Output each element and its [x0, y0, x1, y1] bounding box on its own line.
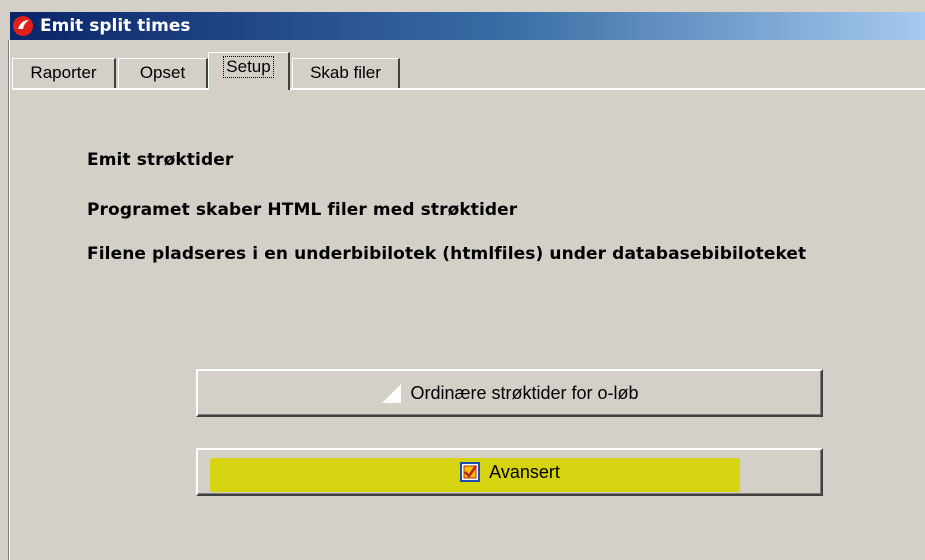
description-line-2: Filene pladseres i en underbibilotek (ht… [87, 244, 807, 264]
tab-label: Raporter [30, 63, 97, 82]
advanced-button[interactable]: Avansert [196, 448, 823, 496]
ordinary-split-times-button[interactable]: Ordinære strøktider for o-løb [196, 369, 823, 417]
tab-label: Skab filer [310, 63, 381, 82]
app-window: Emit split times Raporter Opset Setup Sk… [0, 0, 925, 560]
window-title: Emit split times [40, 16, 191, 36]
tab-raporter[interactable]: Raporter [12, 58, 116, 88]
tab-setup[interactable]: Setup [208, 52, 290, 90]
tab-panel-border [12, 88, 925, 90]
window-left-border [8, 40, 11, 560]
checkbox-icon [460, 462, 481, 482]
tab-label: Setup [223, 56, 274, 78]
app-logo-icon [13, 16, 33, 36]
ordinary-split-times-label: Ordinære strøktider for o-løb [410, 382, 639, 403]
section-title: Emit strøktider [87, 150, 234, 170]
tab-skab-filer[interactable]: Skab filer [292, 58, 400, 88]
tab-label: Opset [139, 63, 186, 82]
advanced-label: Avansert [489, 461, 560, 482]
description-line-1: Programet skaber HTML filer med strøktid… [87, 200, 518, 220]
tab-opset[interactable]: Opset [118, 58, 208, 88]
title-bar[interactable]: Emit split times [10, 12, 925, 40]
blank-page-icon [382, 384, 402, 403]
